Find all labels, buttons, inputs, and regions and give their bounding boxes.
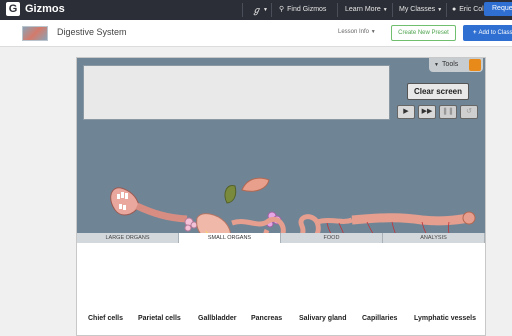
digestive-tract-illustration	[110, 177, 476, 233]
my-classes-menu[interactable]: My Classes ▼	[399, 0, 442, 20]
tab-small-organs[interactable]: SMALL ORGANS	[179, 233, 281, 243]
app-name: Gizmos	[25, 3, 65, 15]
organ-gallbladder[interactable]: Gallbladder	[198, 315, 237, 322]
play-button[interactable]: ▶	[397, 105, 415, 119]
chevron-down-icon: ▼	[370, 29, 376, 35]
info-display	[83, 65, 390, 120]
learn-more-menu[interactable]: Learn More ▼	[345, 0, 388, 20]
reset-button[interactable]: ↺	[460, 105, 478, 119]
salivary-gland-illustration	[184, 217, 198, 232]
chevron-down-icon: ▼	[382, 7, 388, 13]
nav-divider	[446, 3, 447, 17]
simulation-area: ▼ Tools Clear screen ▶ ▶▶ ❚❚ ↺	[77, 58, 485, 233]
lesson-info-menu[interactable]: Lesson Info ▼	[338, 29, 376, 35]
organ-capillaries[interactable]: Capillaries	[362, 315, 397, 322]
create-preset-button[interactable]: Create New Preset	[391, 25, 456, 41]
fast-forward-button[interactable]: ▶▶	[418, 105, 436, 119]
gizmo-header: Digestive System Lesson Info ▼ Create Ne…	[0, 20, 512, 47]
top-nav: G Gizmos ℊ ▼ ⚲ Find Gizmos Learn More ▼ My …	[0, 0, 512, 20]
plus-icon: +	[473, 30, 477, 36]
tab-analysis[interactable]: ANALYSIS	[383, 233, 485, 243]
gizmo-thumbnail	[22, 26, 48, 41]
organ-lymphatic-vessels[interactable]: Lymphatic vessels	[414, 315, 476, 322]
add-to-class-button[interactable]: + Add to Class	[463, 25, 512, 41]
tools-glyph-icon: ℊ	[252, 5, 262, 15]
add-to-class-label: Add to Class	[478, 30, 512, 36]
tools-menu[interactable]: ℊ ▼	[252, 0, 268, 20]
logo-icon: G	[6, 2, 20, 16]
organ-tabs: LARGE ORGANS SMALL ORGANS FOOD ANALYSIS	[77, 233, 485, 243]
organ-parietal-cells[interactable]: Parietal cells	[138, 315, 181, 322]
small-organs-panel: Chief cells Parietal cells Gallbladder P…	[77, 243, 485, 335]
nav-divider	[242, 3, 243, 17]
find-gizmos-link[interactable]: ⚲ Find Gizmos	[279, 0, 326, 20]
nav-divider	[271, 3, 272, 17]
organ-chief-cells[interactable]: Chief cells	[88, 315, 123, 322]
small-intestine-illustration	[231, 214, 353, 233]
request-button[interactable]: Request	[484, 2, 512, 16]
lesson-info-label: Lesson Info	[338, 29, 370, 35]
learn-more-label: Learn More	[345, 6, 381, 13]
pause-button[interactable]: ❚❚	[439, 105, 457, 119]
clear-screen-button[interactable]: Clear screen	[407, 83, 469, 100]
my-classes-label: My Classes	[399, 6, 436, 13]
gizmo-frame: ▼ Tools Clear screen ▶ ▶▶ ❚❚ ↺ LARGE ORG…	[76, 57, 486, 336]
tools-tab[interactable]: ▼ Tools	[429, 58, 483, 72]
triangle-down-icon: ▼	[434, 62, 439, 68]
page-title: Digestive System	[57, 27, 127, 37]
user-icon: ●	[452, 6, 457, 13]
organ-pancreas[interactable]: Pancreas	[251, 315, 282, 322]
organ-salivary-gland[interactable]: Salivary gland	[299, 315, 346, 322]
nav-divider	[337, 3, 338, 17]
search-icon: ⚲	[279, 6, 285, 13]
tab-food[interactable]: FOOD	[281, 233, 383, 243]
chevron-down-icon: ▼	[437, 7, 443, 13]
tab-large-organs[interactable]: LARGE ORGANS	[77, 233, 179, 243]
find-gizmos-label: Find Gizmos	[287, 6, 327, 13]
mouth-illustration	[110, 187, 140, 216]
tools-label: Tools	[441, 61, 459, 68]
gizmos-logo[interactable]: G Gizmos	[6, 2, 65, 16]
nav-divider	[392, 3, 393, 17]
chevron-down-icon: ▼	[263, 7, 268, 13]
tools-badge-icon	[469, 59, 481, 71]
